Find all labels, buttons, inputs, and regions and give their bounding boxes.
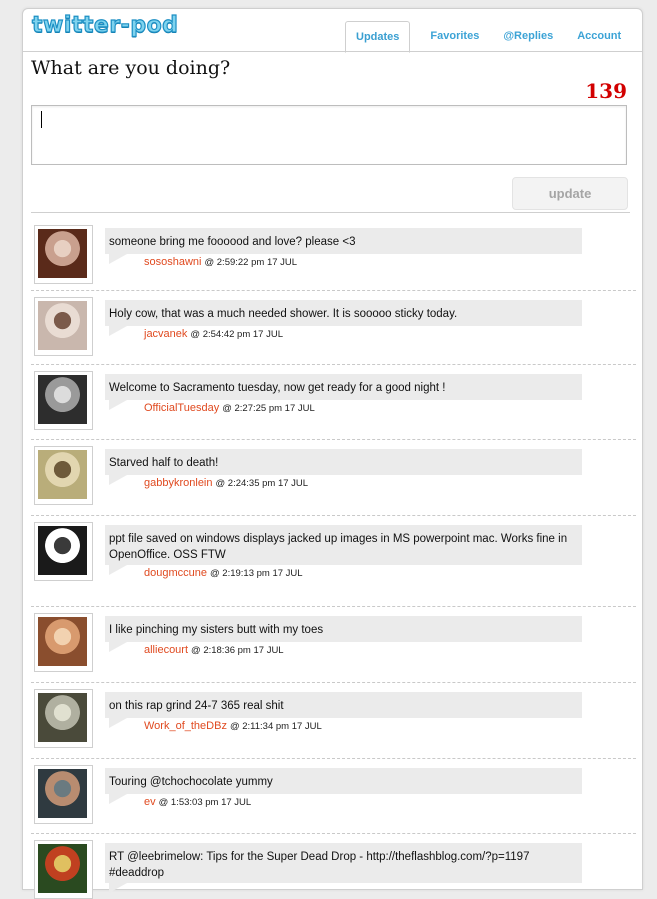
bubble-tail: [109, 475, 127, 485]
tweet-timestamp: @ 1:53:03 pm 17 JUL: [158, 797, 252, 808]
bubble-tail: [109, 254, 127, 264]
tweet-username-link[interactable]: OfficialTuesday: [144, 402, 219, 414]
tweet-username-link[interactable]: sososhawni: [144, 256, 201, 268]
tab-replies[interactable]: @Replies: [493, 21, 563, 50]
tweet-text: I like pinching my sisters butt with my …: [109, 624, 324, 636]
tweet-separator: [31, 606, 636, 607]
avatar-image: [38, 375, 87, 424]
tweet-username-link[interactable]: jacvanek: [144, 328, 187, 340]
tweet-text: on this rap grind 24-7 365 real shit: [109, 700, 284, 712]
avatar[interactable]: [34, 297, 93, 356]
avatar[interactable]: [34, 446, 93, 505]
tweet-separator: [31, 515, 636, 516]
avatar[interactable]: [34, 689, 93, 748]
update-button[interactable]: update: [512, 177, 628, 210]
tweet-timestamp: @ 2:27:25 pm 17 JUL: [222, 403, 315, 414]
tab-divider: [23, 51, 642, 52]
bubble-tail: [109, 718, 127, 728]
tweet-bubble: ppt file saved on windows displays jacke…: [105, 525, 582, 565]
tweet-meta: gabbykronlein @ 2:24:35 pm 17 JUL: [144, 477, 308, 489]
avatar-image: [38, 229, 87, 278]
avatar-image: [38, 844, 87, 893]
status-input[interactable]: [31, 105, 627, 165]
tweet-meta: alliecourt @ 2:18:36 pm 17 JUL: [144, 644, 284, 656]
tweet-meta: ev @ 1:53:03 pm 17 JUL: [144, 796, 251, 808]
tweet-separator: [31, 682, 636, 683]
tweet-meta: Work_of_theDBz @ 2:11:34 pm 17 JUL: [144, 720, 322, 732]
tweet-meta: dougmccune @ 2:19:13 pm 17 JUL: [144, 567, 303, 579]
avatar[interactable]: [34, 840, 93, 899]
tweet-username-link[interactable]: gabbykronlein: [144, 477, 213, 489]
bubble-tail: [109, 794, 127, 804]
bubble-tail: [109, 565, 127, 575]
tweet-timestamp: @ 2:24:35 pm 17 JUL: [215, 478, 309, 489]
tweet-bubble: Welcome to Sacramento tuesday, now get r…: [105, 374, 582, 400]
bubble-tail: [109, 326, 127, 336]
bubble-tail: [109, 400, 127, 410]
tab-account[interactable]: Account: [567, 21, 631, 50]
avatar-image: [38, 617, 87, 666]
tweet-separator: [31, 833, 636, 834]
tweet-text: Welcome to Sacramento tuesday, now get r…: [109, 382, 446, 394]
tweet-bubble: Touring @tchochocolate yummy: [105, 768, 582, 794]
tweet-username-link[interactable]: dougmccune: [144, 567, 207, 579]
tweet-username-link[interactable]: alliecourt: [144, 644, 188, 656]
tweet-text: someone bring me foooood and love? pleas…: [109, 236, 356, 248]
tweet-meta: sososhawni @ 2:59:22 pm 17 JUL: [144, 256, 297, 268]
tab-bar: Updates Favorites @Replies Account: [345, 21, 635, 53]
tweet-bubble: on this rap grind 24-7 365 real shit: [105, 692, 582, 718]
tweet-timestamp: @ 2:19:13 pm 17 JUL: [210, 568, 303, 579]
tweet-username-link[interactable]: Work_of_theDBz: [144, 720, 227, 732]
avatar-image: [38, 693, 87, 742]
tweet-separator: [31, 364, 636, 365]
avatar[interactable]: [34, 522, 93, 581]
avatar-image: [38, 301, 87, 350]
tweet-bubble: someone bring me foooood and love? pleas…: [105, 228, 582, 254]
tweet-bubble: Holy cow, that was a much needed shower.…: [105, 300, 582, 326]
avatar[interactable]: [34, 371, 93, 430]
tweet-text: ppt file saved on windows displays jacke…: [109, 533, 568, 561]
tweet-separator: [31, 290, 636, 291]
tweet-text: Holy cow, that was a much needed shower.…: [109, 308, 458, 320]
tweet-bubble: Starved half to death!: [105, 449, 582, 475]
tweet-timestamp: @ 2:11:34 pm 17 JUL: [229, 721, 322, 732]
avatar[interactable]: [34, 225, 93, 284]
app-logo: twitter-pod: [31, 12, 179, 38]
tweet-text: RT @leebrimelow: Tips for the Super Dead…: [109, 851, 530, 879]
tweet-separator: [31, 439, 636, 440]
tweet-username-link[interactable]: ev: [144, 796, 156, 808]
tweet-timestamp: @ 2:54:42 pm 17 JUL: [190, 329, 283, 340]
tweet-meta: OfficialTuesday @ 2:27:25 pm 17 JUL: [144, 402, 315, 414]
character-counter: 139: [585, 79, 627, 103]
tweet-separator: [31, 758, 636, 759]
tweet-timestamp: @ 2:18:36 pm 17 JUL: [191, 645, 284, 656]
text-caret: [41, 111, 42, 128]
tweet-text: Starved half to death!: [109, 457, 219, 469]
avatar-image: [38, 450, 87, 499]
tweet-timestamp: @ 2:59:22 pm 17 JUL: [204, 257, 298, 268]
bubble-tail: [109, 642, 127, 652]
tweet-bubble: I like pinching my sisters butt with my …: [105, 616, 582, 642]
tab-favorites[interactable]: Favorites: [420, 21, 489, 50]
app-panel: twitter-pod Updates Favorites @Replies A…: [22, 8, 643, 899]
avatar-image: [38, 526, 87, 575]
avatar[interactable]: [34, 613, 93, 672]
tab-updates[interactable]: Updates: [345, 21, 411, 53]
bubble-tail: [109, 883, 127, 893]
avatar[interactable]: [34, 765, 93, 824]
avatar-image: [38, 769, 87, 818]
tweet-meta: jacvanek @ 2:54:42 pm 17 JUL: [144, 328, 283, 340]
composer-prompt: What are you doing?: [31, 57, 231, 79]
composer-divider: [31, 212, 630, 213]
tweet-text: Touring @tchochocolate yummy: [109, 776, 273, 788]
tweet-bubble: RT @leebrimelow: Tips for the Super Dead…: [105, 843, 582, 883]
